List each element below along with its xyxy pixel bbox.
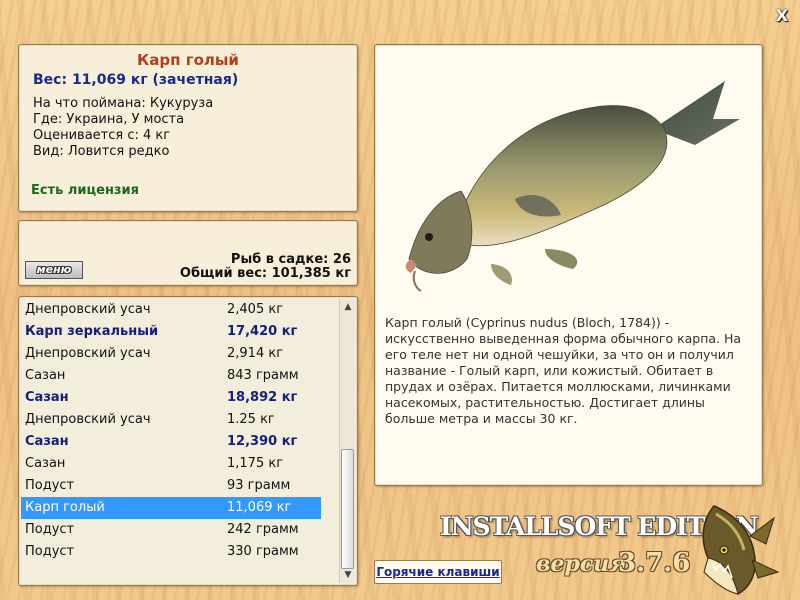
catch-item-name: Карп зеркальный [25, 324, 159, 339]
catch-list-item[interactable]: Карп зеркальный 17,420 кг [21, 321, 321, 343]
fish-valued-from: Оценивается с: 4 кг [33, 128, 171, 143]
catch-list-item[interactable]: Подуст 242 грамм [21, 519, 321, 541]
scroll-down-icon[interactable]: ▼ [340, 567, 356, 583]
catch-item-weight: 330 грамм [227, 544, 299, 559]
fish-info-panel: Карп голый Вес: 11,069 кг (зачетная) На … [18, 44, 358, 212]
close-button[interactable]: X [772, 6, 792, 26]
catch-item-weight: 242 грамм [227, 522, 299, 537]
keep-net-total-weight: Общий вес: 101,385 кг [179, 266, 351, 281]
catch-item-weight: 18,892 кг [227, 390, 298, 405]
fish-location: Где: Украина, У моста [33, 112, 185, 127]
catch-list-item[interactable]: Днепровский усач 1.25 кг [21, 409, 321, 431]
catch-item-name: Сазан [25, 390, 69, 405]
fish-title: Карп голый [137, 51, 239, 69]
catch-item-name: Подуст [25, 478, 75, 493]
catch-list-item[interactable]: Сазан 843 грамм [21, 365, 321, 387]
catch-item-weight: 12,390 кг [227, 434, 298, 449]
catch-item-name: Сазан [25, 434, 69, 449]
catch-item-name: Сазан [25, 456, 66, 471]
fish-image [405, 81, 740, 292]
scroll-thumb[interactable] [341, 449, 354, 569]
catch-list-item[interactable]: Сазан 1,175 кг [21, 453, 321, 475]
catch-item-name: Подуст [25, 522, 75, 537]
scroll-up-icon[interactable]: ▲ [340, 299, 356, 315]
catch-item-weight: 2,405 кг [227, 302, 284, 317]
menu-button[interactable]: меню [25, 261, 83, 279]
fish-bait: На что поймана: Кукуруза [33, 96, 214, 111]
fish-description: Карп голый (Cyprinus nudus (Bloch, 1784)… [385, 315, 742, 426]
catch-item-weight: 11,069 кг [227, 500, 292, 515]
catch-list-item[interactable]: Подуст 93 грамм [21, 475, 321, 497]
catch-list-item[interactable]: Днепровский усач 2,405 кг [21, 299, 321, 321]
fish-weight: Вес: 11,069 кг (зачетная) [33, 72, 239, 88]
catch-list-scrollbar[interactable]: ▲ ▼ [339, 299, 355, 583]
catch-list-item[interactable]: Подуст 330 грамм [21, 541, 321, 563]
hotkeys-button[interactable]: Горячие клавиши [374, 560, 502, 584]
catch-item-weight: 843 грамм [227, 368, 299, 383]
catch-item-weight: 2,914 кг [227, 346, 284, 361]
catch-item-name: Сазан [25, 368, 66, 383]
catch-list[interactable]: Днепровский усач 2,405 кг Карп зеркальный 1… [18, 296, 358, 586]
catch-item-weight: 1.25 кг [227, 412, 275, 427]
catch-item-weight: 93 грамм [227, 478, 291, 493]
catch-item-name: Днепровский усач [25, 412, 151, 427]
catch-list-item[interactable]: Сазан 18,892 кг [21, 387, 321, 409]
catch-item-weight: 1,175 кг [227, 456, 284, 471]
keep-net-panel: меню Рыб в садке: 26 Общий вес: 101,385 … [18, 220, 358, 286]
catch-item-name: Днепровский усач [25, 346, 151, 361]
catch-item-name: Днепровский усач [25, 302, 151, 317]
license-status: Есть лицензия [31, 183, 139, 198]
keep-net-count: Рыб в садке: 26 [230, 252, 351, 267]
catch-item-weight: 17,420 кг [227, 324, 298, 339]
catch-item-name: Подуст [25, 544, 75, 559]
version-label: версия [536, 551, 627, 577]
catch-list-item[interactable]: Сазан 12,390 кг [21, 431, 321, 453]
version-number: 3.7.6 [618, 548, 691, 578]
pike-logo-icon [702, 505, 780, 596]
catch-item-name: Карп голый [25, 500, 105, 515]
fish-photo-panel: Карп голый (Cyprinus nudus (Bloch, 1784)… [374, 44, 763, 486]
catch-list-item-selected[interactable]: Карп голый 11,069 кг [21, 497, 321, 519]
fish-rarity: Вид: Ловится редко [33, 144, 170, 159]
catch-list-item[interactable]: Днепровский усач 2,914 кг [21, 343, 321, 365]
